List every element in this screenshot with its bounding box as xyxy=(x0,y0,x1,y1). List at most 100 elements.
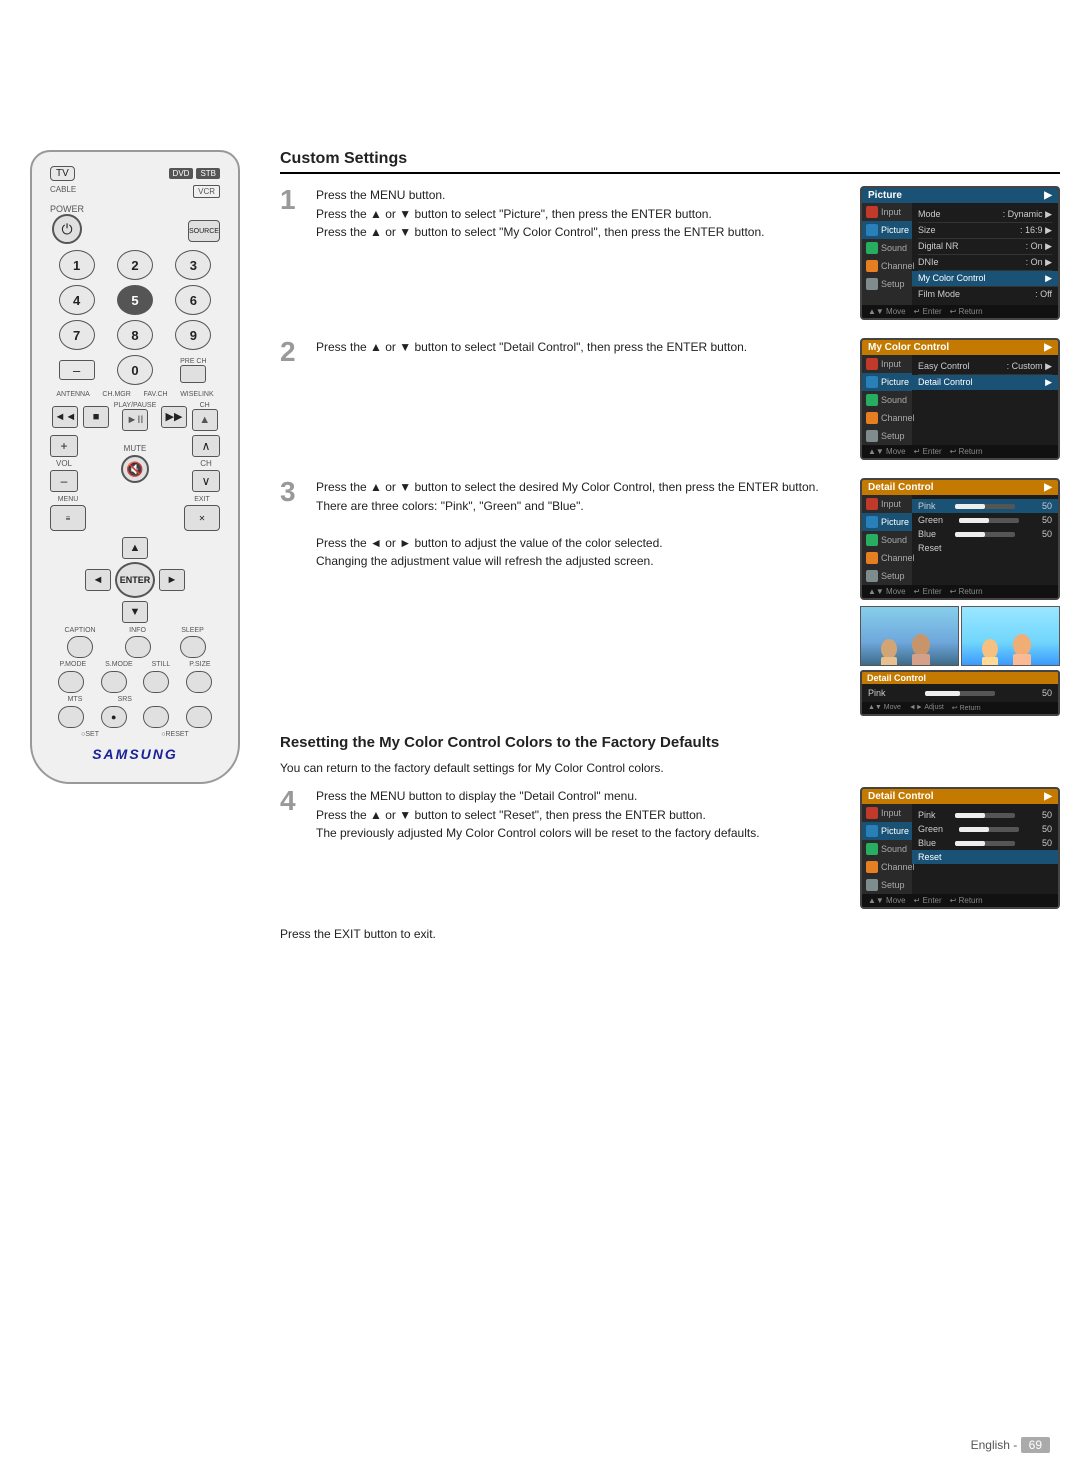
nav-cross: ▲ ◄ ENTER ► ▼ xyxy=(50,537,220,623)
btn-1[interactable]: 1 xyxy=(59,250,95,280)
info-btn[interactable] xyxy=(125,636,151,658)
set-reset-row: ○SET ○RESET xyxy=(50,731,220,738)
channel-icon-3 xyxy=(866,552,878,564)
channel-label-2: Channel xyxy=(881,413,915,423)
move-hint-2: ▲▼ Move xyxy=(868,447,906,456)
still-btn[interactable] xyxy=(143,671,169,693)
ff-btn[interactable]: ▶▶ xyxy=(161,406,187,428)
nav-left-btn[interactable]: ◄ xyxy=(85,569,111,591)
mts-btn[interactable] xyxy=(58,706,84,728)
small-tv-3: Detail Control Pink 50 ▲▼ Move ◄► Adjust… xyxy=(860,670,1060,716)
small-move-hint: ▲▼ Move xyxy=(868,704,901,712)
btn-4[interactable]: 4 xyxy=(59,285,95,315)
picture-icon-3 xyxy=(866,516,878,528)
picture-label-3: Picture xyxy=(881,517,909,527)
mts-label: MTS xyxy=(68,696,83,703)
tv-content-3: Pink 50 Green 50 Blue 50 xyxy=(912,495,1058,585)
vol-up-btn[interactable]: + xyxy=(50,435,78,457)
step-3: 3 Press the ▲ or ▼ button to select the … xyxy=(280,478,1060,716)
step-4-text: Press the MENU button to display the "De… xyxy=(316,787,846,909)
caption-btn[interactable] xyxy=(67,636,93,658)
btn-5[interactable]: 5 xyxy=(117,285,153,315)
vol-ch-area: + VOL – MUTE 🔇 ∧ CH ∨ xyxy=(50,435,220,492)
pmode-btn[interactable] xyxy=(58,671,84,693)
btn-3[interactable]: 3 xyxy=(175,250,211,280)
enter-hint-4: ↵ Enter xyxy=(914,896,942,905)
mute-btn[interactable]: 🔇 xyxy=(121,455,149,483)
picture-label: Picture xyxy=(881,225,909,235)
sidebar-picture-4: Picture xyxy=(862,822,912,840)
sidebar-input-2: Input xyxy=(862,355,912,373)
return-hint-3: ↩ Return xyxy=(950,587,983,596)
color-buttons xyxy=(50,671,220,693)
btn-0[interactable]: 0 xyxy=(117,355,153,385)
enter-btn[interactable]: ENTER xyxy=(115,562,155,598)
setup-icon-3 xyxy=(866,570,878,582)
page-number-text: English - xyxy=(971,1438,1021,1452)
tv-button[interactable]: TV xyxy=(50,166,75,181)
step-2: 2 Press the ▲ or ▼ button to select "Det… xyxy=(280,338,1060,460)
nav-right-btn[interactable]: ► xyxy=(159,569,185,591)
playpause-btn[interactable]: ►II xyxy=(122,409,148,431)
smode-btn[interactable] xyxy=(101,671,127,693)
sidebar-input-4: Input xyxy=(862,804,912,822)
playpause-label: PLAY/PAUSE xyxy=(114,402,157,409)
dvd-badge[interactable]: DVD xyxy=(169,168,194,179)
sleep-btn[interactable] xyxy=(180,636,206,658)
adjusted-image: Adjusted xyxy=(961,606,1060,666)
tv-content-4: Pink 50 Green 50 Blue 50 xyxy=(912,804,1058,894)
ch-down-btn[interactable]: ∨ xyxy=(192,470,220,492)
tv-sidebar-1: Input Picture Sound Channel xyxy=(862,203,912,305)
menu-size: Size: 16:9 ▶ xyxy=(918,223,1052,239)
btn-9[interactable]: 9 xyxy=(175,320,211,350)
btn-8[interactable]: 8 xyxy=(117,320,153,350)
channel-label-3: Channel xyxy=(881,553,915,563)
reset-label: ○RESET xyxy=(161,731,189,738)
step-4-number: 4 xyxy=(280,787,302,909)
small-pink-label: Pink xyxy=(868,688,886,698)
input-label-4: Input xyxy=(881,808,901,818)
numpad: 1 2 3 4 5 6 7 8 9 – 0 PRE CH xyxy=(50,250,220,385)
smode-label: S.MODE xyxy=(105,661,133,668)
picture-icon-4 xyxy=(866,825,878,837)
stop-btn[interactable]: ■ xyxy=(83,406,109,428)
ch-up-transport[interactable]: ▲ xyxy=(192,409,218,431)
step-1-text: Press the MENU button. Press the ▲ or ▼ … xyxy=(316,186,846,320)
nav-up-btn[interactable]: ▲ xyxy=(122,537,148,559)
stb-badge[interactable]: STB xyxy=(196,168,220,179)
power-button[interactable]: ⏻ xyxy=(52,214,82,244)
menu-btn[interactable]: ≡ xyxy=(50,505,86,531)
vol-down-btn[interactable]: – xyxy=(50,470,78,492)
small-tv-bottom: ▲▼ Move ◄► Adjust ↩ Return xyxy=(862,702,1058,714)
extra-btn1[interactable] xyxy=(143,706,169,728)
channel-icon-2 xyxy=(866,412,878,424)
prech-btn[interactable] xyxy=(180,365,206,383)
sidebar-setup-4: Setup xyxy=(862,876,912,894)
ch-up-btn[interactable]: ∧ xyxy=(192,435,220,457)
menu-reset-3: Reset xyxy=(918,541,1052,555)
btn-6[interactable]: 6 xyxy=(175,285,211,315)
btn-2[interactable]: 2 xyxy=(117,250,153,280)
btn-7[interactable]: 7 xyxy=(59,320,95,350)
rewind-btn[interactable]: ◄◄ xyxy=(52,406,78,428)
setup-label-3: Setup xyxy=(881,571,905,581)
step-1-number: 1 xyxy=(280,186,302,320)
adjusted-svg xyxy=(962,607,1059,665)
sidebar-channel-2: Channel xyxy=(862,409,912,427)
section2-desc: You can return to the factory default se… xyxy=(280,759,1060,777)
source-button[interactable]: SOURCE xyxy=(188,220,220,242)
enter-hint-2: ↵ Enter xyxy=(914,447,942,456)
btn-dash[interactable]: – xyxy=(59,360,95,380)
picture-icon-2 xyxy=(866,376,878,388)
exit-btn[interactable]: ✕ xyxy=(184,505,220,531)
menu-easy: Easy Control: Custom ▶ xyxy=(918,359,1052,375)
extra-btn2[interactable] xyxy=(186,706,212,728)
tv-content-2: Easy Control: Custom ▶ Detail Control▶ xyxy=(912,355,1058,445)
srs-btn[interactable]: ● xyxy=(101,706,127,728)
small-tv-body: Pink 50 xyxy=(862,684,1058,702)
vcr-badge[interactable]: VCR xyxy=(193,185,220,198)
enter-hint-3: ↵ Enter xyxy=(914,587,942,596)
input-icon-3 xyxy=(866,498,878,510)
psize-btn[interactable] xyxy=(186,671,212,693)
nav-down-btn[interactable]: ▼ xyxy=(122,601,148,623)
